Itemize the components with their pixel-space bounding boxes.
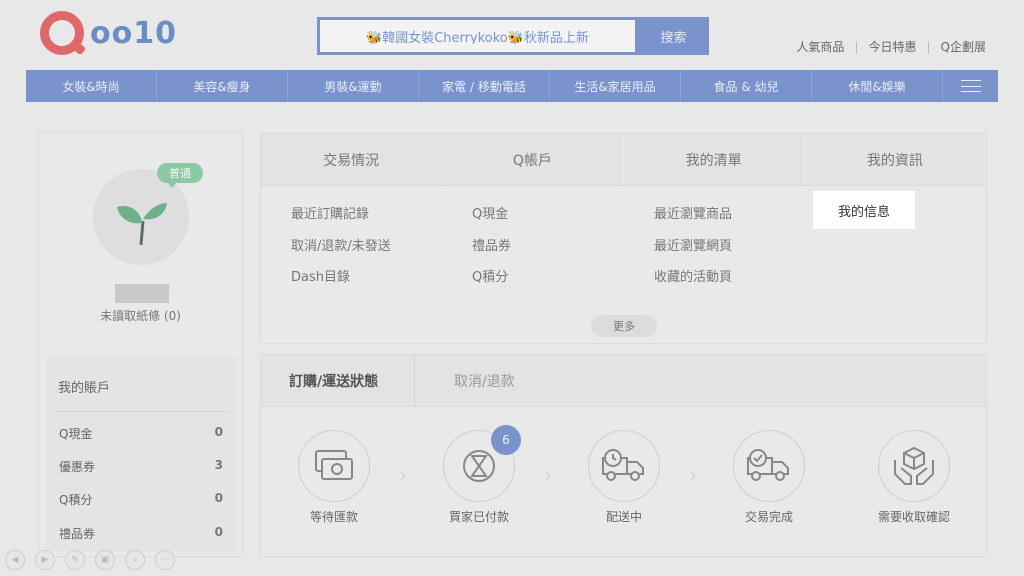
link-q-points[interactable]: Q積分 [472, 266, 508, 285]
nav-menu-button[interactable] [943, 70, 998, 102]
step-awaiting-payment[interactable]: 等待匯款 [284, 430, 384, 525]
step-circle [298, 430, 370, 502]
account-value: 3 [214, 458, 223, 472]
qoo10-logo[interactable]: oo10 [40, 10, 177, 56]
step-label: 等待匯款 [309, 510, 358, 524]
separator: | [926, 39, 931, 54]
next-icon[interactable]: ▶ [35, 550, 55, 570]
tab-transactions[interactable]: 交易情況 [261, 134, 443, 185]
pen-icon[interactable]: ✎ [65, 550, 85, 570]
slides-icon[interactable]: ▣ [95, 550, 115, 570]
step-shipping[interactable]: 配送中 [574, 430, 674, 525]
search-button[interactable]: 搜索 [638, 17, 709, 55]
nav-item-women-fashion[interactable]: 女裝&時尚 [26, 70, 157, 102]
chevron-right-icon: › [689, 463, 697, 487]
logo-text: oo10 [90, 15, 177, 51]
link-recently-viewed-pages[interactable]: 最近瀏覽網頁 [654, 235, 732, 254]
profile-panel: 普通 未讀取紙條 (0) 我的賬戶 Q現金 0 優惠券 3 Q積分 0 禮品券 … [38, 132, 243, 557]
divider [54, 411, 229, 412]
order-tabs: 訂購/運送狀態 取消/退款 [261, 355, 986, 407]
tab-q-account[interactable]: Q帳戶 [442, 134, 624, 185]
logo-q-mark [40, 11, 84, 55]
account-value: 0 [214, 425, 223, 439]
delivery-truck-icon [602, 449, 644, 481]
account-row-qpoints[interactable]: Q積分 0 [59, 491, 223, 508]
link-recent-orders[interactable]: 最近訂購記錄 [291, 203, 369, 222]
account-label: 優惠券 [59, 460, 96, 474]
my-page-menu: 交易情況 Q帳戶 我的清單 我的資訊 最近訂購記錄 取消/退款/未發送 Dash… [260, 133, 987, 344]
nav-item-food-baby[interactable]: 食品 & 幼兒 [681, 70, 812, 102]
account-summary: 我的賬戶 Q現金 0 優惠券 3 Q積分 0 禮品券 0 [46, 357, 237, 552]
zoom-icon[interactable]: ⌕ [125, 550, 145, 570]
more-options-icon[interactable]: ⋯ [155, 550, 175, 570]
account-row-coupons[interactable]: 優惠券 3 [59, 458, 223, 475]
account-value: 0 [214, 491, 223, 505]
tab-cancel-refund[interactable]: 取消/退款 [454, 355, 515, 407]
paid-count-badge: 6 [491, 425, 521, 455]
chevron-right-icon: › [399, 463, 407, 487]
divider [414, 355, 415, 407]
account-label: Q現金 [59, 427, 93, 441]
sprout-icon [117, 203, 167, 246]
top-link-q-exhibition[interactable]: Q企劃展 [941, 38, 986, 55]
step-label: 需要收取確認 [877, 510, 950, 524]
nav-item-home-living[interactable]: 生活&家居用品 [550, 70, 681, 102]
top-links: 人氣商品 | 今日特惠 | Q企劃展 [796, 38, 986, 55]
link-dash-catalog[interactable]: Dash目錄 [291, 266, 350, 285]
step-label: 交易完成 [744, 510, 793, 524]
link-gift-voucher[interactable]: 禮品券 [472, 235, 511, 254]
link-my-messages[interactable]: 我的信息 [813, 191, 915, 229]
top-link-popular[interactable]: 人氣商品 [796, 38, 844, 55]
nav-item-beauty[interactable]: 美容&瘦身 [157, 70, 288, 102]
delivered-truck-icon [747, 449, 789, 481]
account-label: 禮品券 [59, 527, 96, 541]
menu-tabs: 交易情況 Q帳戶 我的清單 我的資訊 [261, 134, 986, 186]
search-input[interactable] [320, 28, 635, 44]
chevron-right-icon: › [544, 463, 552, 487]
account-row-gift-vouchers[interactable]: 禮品券 0 [59, 525, 223, 542]
link-q-cash[interactable]: Q現金 [472, 203, 508, 222]
link-cancel-refund[interactable]: 取消/退款/未發送 [291, 235, 391, 254]
tab-my-info[interactable]: 我的資訊 [805, 134, 986, 185]
search-box[interactable] [317, 17, 638, 55]
order-status-panel: 訂購/運送狀態 取消/退款 等待匯款 › 買家已付款 6 › 配送中 › 交易完… [260, 354, 987, 557]
hamburger-icon [960, 80, 981, 92]
step-circle [733, 430, 805, 502]
separator: | [854, 39, 859, 54]
hourglass-icon [463, 450, 495, 482]
link-recently-viewed-items[interactable]: 最近瀏覽商品 [654, 203, 732, 222]
tab-my-list[interactable]: 我的清單 [624, 134, 805, 185]
account-label: Q積分 [59, 493, 93, 507]
nav-item-leisure[interactable]: 休閒&娛樂 [812, 70, 943, 102]
category-nav: 女裝&時尚 美容&瘦身 男裝&運動 家電 / 移動電話 生活&家居用品 食品 &… [26, 70, 998, 102]
link-saved-events[interactable]: 收藏的活動頁 [654, 266, 732, 285]
step-transaction-complete[interactable]: 交易完成 [719, 430, 819, 525]
money-icon [315, 450, 353, 480]
step-label: 配送中 [605, 510, 642, 524]
account-value: 0 [214, 525, 223, 539]
nav-item-electronics[interactable]: 家電 / 移動電話 [419, 70, 550, 102]
account-row-qcash[interactable]: Q現金 0 [59, 425, 223, 442]
member-level-badge: 普通 [157, 163, 203, 188]
top-link-today-deals[interactable]: 今日特惠 [868, 38, 916, 55]
previous-icon[interactable]: ◀ [5, 550, 25, 570]
step-label: 買家已付款 [448, 510, 509, 524]
unread-notes-link[interactable]: 未讀取紙條 (0) [39, 307, 242, 324]
step-circle [588, 430, 660, 502]
username-redacted [115, 284, 169, 303]
hands-package-icon [894, 446, 934, 485]
nav-item-men-sports[interactable]: 男裝&運動 [288, 70, 419, 102]
step-receipt-confirmation[interactable]: 需要收取確認 [864, 430, 964, 525]
tab-order-shipping[interactable]: 訂購/運送狀態 [289, 355, 378, 407]
step-circle [878, 430, 950, 502]
more-button[interactable]: 更多 [591, 315, 657, 337]
account-title[interactable]: 我的賬戶 [58, 377, 110, 396]
